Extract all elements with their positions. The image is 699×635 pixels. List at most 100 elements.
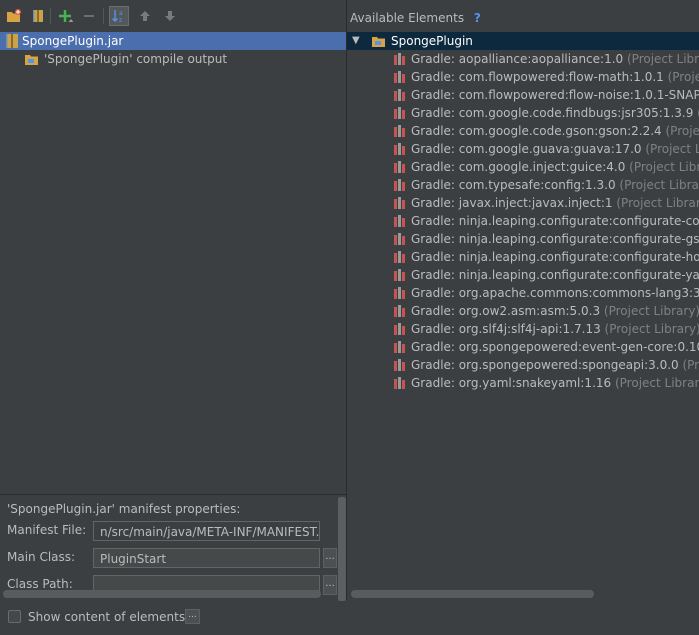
library-suffix: (Project Lib <box>665 124 699 138</box>
library-icon <box>393 124 407 138</box>
show-content-checkbox[interactable] <box>8 610 21 623</box>
module-folder-icon <box>371 33 387 49</box>
library-label: Gradle: com.flowpowered:flow-math:1.0.1 … <box>411 68 699 86</box>
library-suffix: (Project Library) <box>600 322 699 336</box>
library-icon <box>393 52 407 66</box>
bottom-bar: Show content of elements ... <box>0 600 699 635</box>
right-horizontal-scrollbar[interactable] <box>351 590 594 598</box>
manifest-panel: 'SpongePlugin.jar' manifest properties: … <box>0 494 346 601</box>
library-label: Gradle: org.spongepowered:event-gen-core… <box>411 340 699 354</box>
library-suffix: (Project Library) <box>614 376 699 390</box>
library-item[interactable]: Gradle: com.google.guava:guava:17.0 (Pro… <box>391 140 699 158</box>
library-suffix: (Project Librar <box>645 142 699 156</box>
manifest-file-field[interactable]: n/src/main/java/META-INF/MANIFEST.MF <box>93 521 320 541</box>
main-class-field[interactable]: PluginStart <box>93 548 320 568</box>
library-icon <box>393 88 407 102</box>
library-label: Gradle: com.flowpowered:flow-noise:1.0.1… <box>411 88 699 102</box>
output-layout-tree[interactable]: SpongePlugin.jar 'SpongePlugin' compile … <box>0 32 346 494</box>
more-options-button[interactable]: ... <box>185 609 200 624</box>
library-icon <box>393 160 407 174</box>
library-icon <box>393 250 407 264</box>
library-item[interactable]: Gradle: ninja.leaping.configurate:config… <box>391 212 699 230</box>
library-icon <box>393 286 407 300</box>
library-label: Gradle: javax.inject:javax.inject:1 (Pro… <box>411 194 699 212</box>
library-suffix: (Project L <box>693 106 699 120</box>
library-label: Gradle: com.google.inject:guice:4.0 (Pro… <box>411 158 699 176</box>
library-label: Gradle: ninja.leaping.configurate:config… <box>411 214 699 228</box>
manifest-file-label: Manifest File: <box>7 523 87 537</box>
remove-icon[interactable] <box>79 6 99 26</box>
library-item[interactable]: Gradle: com.google.code.findbugs:jsr305:… <box>391 104 699 122</box>
library-item[interactable]: Gradle: com.flowpowered:flow-noise:1.0.1… <box>391 86 699 104</box>
library-label: Gradle: org.spongepowered:spongeapi:3.0.… <box>411 356 699 374</box>
expand-arrow-icon[interactable]: ▼ <box>352 32 360 50</box>
move-up-icon[interactable] <box>135 6 155 26</box>
library-label: Gradle: aopalliance:aopalliance:1.0 (Pro… <box>411 50 699 68</box>
left-horizontal-scrollbar[interactable] <box>3 590 321 598</box>
module-label: SpongePlugin <box>391 34 473 48</box>
library-suffix: (Proje <box>682 358 699 372</box>
library-icon <box>393 232 407 246</box>
main-class-label: Main Class: <box>7 550 76 564</box>
library-icon <box>393 340 407 354</box>
help-icon[interactable]: ? <box>474 11 481 25</box>
library-item[interactable]: Gradle: ninja.leaping.configurate:config… <box>391 266 699 284</box>
create-directory-icon[interactable] <box>4 6 24 26</box>
library-item[interactable]: Gradle: ninja.leaping.configurate:config… <box>391 248 699 266</box>
tree-item-jar[interactable]: SpongePlugin.jar <box>0 32 346 50</box>
library-item[interactable]: Gradle: org.apache.commons:commons-lang3… <box>391 284 699 302</box>
available-elements-title: Available Elements <box>350 11 465 25</box>
tree-root-module[interactable]: ▼ SpongePlugin <box>347 32 699 50</box>
class-path-browse-button[interactable]: ... <box>323 575 337 595</box>
library-item[interactable]: Gradle: com.google.code.gson:gson:2.2.4 … <box>391 122 699 140</box>
library-item[interactable]: Gradle: org.ow2.asm:asm:5.0.3 (Project L… <box>391 302 699 320</box>
library-item[interactable]: Gradle: com.google.inject:guice:4.0 (Pro… <box>391 158 699 176</box>
library-icon <box>393 358 407 372</box>
library-label: Gradle: org.apache.commons:commons-lang3… <box>411 286 699 300</box>
tree-item-compile-output[interactable]: 'SpongePlugin' compile output <box>0 50 346 68</box>
main-class-browse-button[interactable]: ... <box>323 548 337 568</box>
library-icon <box>393 178 407 192</box>
create-archive-icon[interactable] <box>28 6 48 26</box>
library-icon <box>393 376 407 390</box>
library-item[interactable]: Gradle: org.slf4j:slf4j-api:1.7.13 (Proj… <box>391 320 699 338</box>
library-icon <box>393 106 407 120</box>
library-item[interactable]: Gradle: ninja.leaping.configurate:config… <box>391 230 699 248</box>
tree-item-label: SpongePlugin.jar <box>22 34 124 48</box>
library-label: Gradle: org.slf4j:slf4j-api:1.7.13 (Proj… <box>411 322 699 336</box>
library-icon <box>393 70 407 84</box>
library-label: Gradle: com.google.code.gson:gson:2.2.4 … <box>411 122 699 140</box>
library-label: Gradle: ninja.leaping.configurate:config… <box>411 250 699 264</box>
sort-icon[interactable]: a z <box>109 6 129 26</box>
library-suffix: (Project Library) <box>626 52 699 66</box>
library-item[interactable]: Gradle: com.flowpowered:flow-math:1.0.1 … <box>391 68 699 86</box>
library-label: Gradle: com.google.guava:guava:17.0 (Pro… <box>411 140 699 158</box>
manifest-scrollbar-thumb[interactable] <box>338 497 346 601</box>
available-elements-tree[interactable]: ▼ SpongePlugin Gradle: aopalliance:aopal… <box>347 32 699 592</box>
library-label: Gradle: ninja.leaping.configurate:config… <box>411 268 699 282</box>
library-icon <box>393 142 407 156</box>
move-down-icon[interactable] <box>160 6 180 26</box>
library-item[interactable]: Gradle: javax.inject:javax.inject:1 (Pro… <box>391 194 699 212</box>
library-item[interactable]: Gradle: org.spongepowered:spongeapi:3.0.… <box>391 356 699 374</box>
manifest-scrollbar[interactable] <box>338 497 346 601</box>
library-label: Gradle: com.typesafe:config:1.3.0 (Proje… <box>411 176 699 194</box>
library-icon <box>393 268 407 282</box>
library-item[interactable]: Gradle: org.spongepowered:event-gen-core… <box>391 338 699 356</box>
toolbar: a z <box>0 0 346 32</box>
show-content-label[interactable]: Show content of elements <box>28 608 185 626</box>
tree-item-label: 'SpongePlugin' compile output <box>44 52 228 66</box>
library-suffix: (Project Library) <box>619 178 699 192</box>
jar-archive-icon <box>5 33 19 49</box>
module-output-icon <box>24 51 40 67</box>
library-label: Gradle: org.ow2.asm:asm:5.0.3 (Project L… <box>411 304 699 318</box>
add-icon[interactable] <box>55 6 75 26</box>
library-icon <box>393 196 407 210</box>
svg-text:a: a <box>119 10 123 17</box>
library-item[interactable]: Gradle: org.yaml:snakeyaml:1.16 (Project… <box>391 374 699 392</box>
library-icon <box>393 304 407 318</box>
library-item[interactable]: Gradle: aopalliance:aopalliance:1.0 (Pro… <box>391 50 699 68</box>
library-suffix: (Project <box>667 70 699 84</box>
library-item[interactable]: Gradle: com.typesafe:config:1.3.0 (Proje… <box>391 176 699 194</box>
library-suffix: (Project Library) <box>600 304 699 318</box>
